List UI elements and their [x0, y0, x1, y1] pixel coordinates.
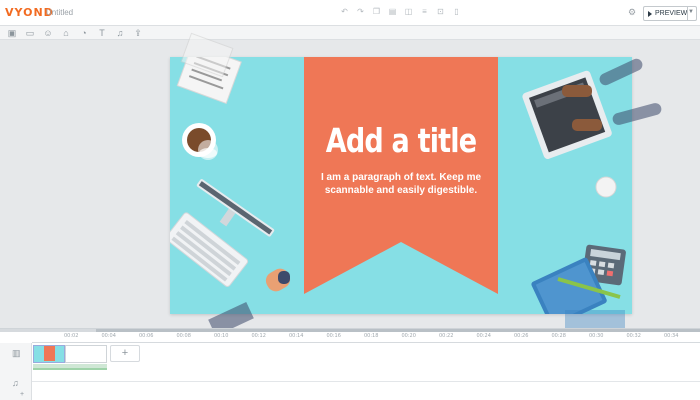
scene-thumbnail[interactable] — [33, 345, 65, 363]
copy-icon[interactable]: ❐ — [372, 7, 381, 16]
timeline-tick-label: 00:14 — [289, 333, 304, 339]
preview-button[interactable]: PREVIEW ▼ — [643, 6, 697, 21]
chevron-down-icon[interactable]: ▼ — [688, 9, 694, 15]
timeline-tick-label: 00:22 — [439, 333, 454, 339]
undo-icon[interactable]: ↶ — [340, 7, 349, 16]
delete-icon[interactable]: ▯ — [452, 7, 461, 16]
template-icon[interactable]: ▣ — [7, 28, 17, 38]
music-icon[interactable]: ♫ — [115, 28, 125, 38]
add-audio-icon[interactable]: + — [20, 390, 29, 399]
scene-track-icon[interactable]: ▥ — [12, 349, 21, 358]
keyboard[interactable] — [170, 212, 249, 288]
props-icon[interactable]: ▭ — [25, 28, 35, 38]
crumpled-paper — [595, 176, 617, 198]
timeline-tick-label: 00:34 — [664, 333, 679, 339]
timeline-scrollbar[interactable] — [0, 329, 700, 332]
upload-icon[interactable]: ⇪ — [133, 28, 143, 38]
settings-gear-icon[interactable]: ⚙ — [628, 8, 637, 17]
timeline-tick-label: 00:06 — [139, 333, 154, 339]
scene-duration-block[interactable] — [65, 345, 107, 363]
scene-canvas[interactable]: Add a title I am a paragraph of text. Ke… — [170, 57, 632, 314]
hand-left — [562, 85, 592, 97]
timeline-tick-label: 00:04 — [101, 333, 116, 339]
redo-icon[interactable]: ↷ — [356, 7, 365, 16]
lock-icon[interactable]: ⊡ — [436, 7, 445, 16]
timeline-tick-label: 00:02 — [64, 333, 79, 339]
hand-right — [572, 119, 602, 131]
asset-toolbar: ▣ ▭ ☺ ⌂ ◔ T ♫ ⇪ — [0, 26, 700, 40]
slide-body-text[interactable]: I am a paragraph of text. Keep me scanna… — [304, 171, 498, 197]
audio-track[interactable] — [32, 381, 700, 400]
timeline-tick-label: 00:12 — [251, 333, 266, 339]
timeline-tick-label: 00:10 — [214, 333, 229, 339]
timeline-tick-label: 00:08 — [176, 333, 191, 339]
timeline-tick-label: 00:20 — [401, 333, 416, 339]
timeline-tick-label: 00:26 — [514, 333, 529, 339]
timeline-tick-label: 00:28 — [551, 333, 566, 339]
timeline-ruler[interactable]: 00:02 00:04 00:06 00:08 00:10 00:12 00:14 00:16… — [32, 333, 700, 343]
asset-icon-row: ▣ ▭ ☺ ⌂ ◔ T ♫ ⇪ — [7, 28, 143, 38]
audio-track-icon[interactable]: ♫ — [12, 379, 21, 388]
top-app-bar: VYOND Untitled ↶ ↷ ❐ ▤ ◫ ≡ ⊡ ▯ ⚙ PREVIEW… — [0, 0, 700, 26]
chart-icon[interactable]: ⌂ — [61, 28, 71, 38]
layer-icon[interactable]: ◫ — [404, 7, 413, 16]
align-icon[interactable]: ≡ — [420, 7, 429, 16]
timeline-tick-label: 00:24 — [476, 333, 491, 339]
timeline-tick-label: 00:16 — [326, 333, 341, 339]
slide-title-text[interactable]: Add a title — [321, 121, 480, 160]
text-icon[interactable]: T — [97, 28, 107, 38]
audio-icon[interactable]: ◔ — [79, 28, 89, 38]
scene-progress-bar-fill — [33, 368, 107, 370]
add-scene-button[interactable]: + — [110, 345, 140, 362]
timeline-scroll-thumb[interactable] — [96, 329, 700, 332]
scene-thumbnail-banner — [44, 346, 55, 361]
document-title[interactable]: Untitled — [46, 8, 73, 17]
timeline-track-headers: ▥ ♫ + — [0, 343, 32, 400]
laptop[interactable] — [521, 70, 613, 160]
characters-icon[interactable]: ☺ — [43, 28, 53, 38]
timeline-tick-label: 00:32 — [626, 333, 641, 339]
play-icon — [648, 10, 652, 17]
timeline-tick-label: 00:30 — [589, 333, 604, 339]
timeline-tick-label: 00:18 — [364, 333, 379, 339]
timeline-panel: 00:02 00:04 00:06 00:08 00:10 00:12 00:14 00:16… — [0, 328, 700, 400]
preview-label: PREVIEW — [655, 10, 688, 17]
edit-toolbar: ↶ ↷ ❐ ▤ ◫ ≡ ⊡ ▯ — [340, 7, 461, 16]
paste-icon[interactable]: ▤ — [388, 7, 397, 16]
